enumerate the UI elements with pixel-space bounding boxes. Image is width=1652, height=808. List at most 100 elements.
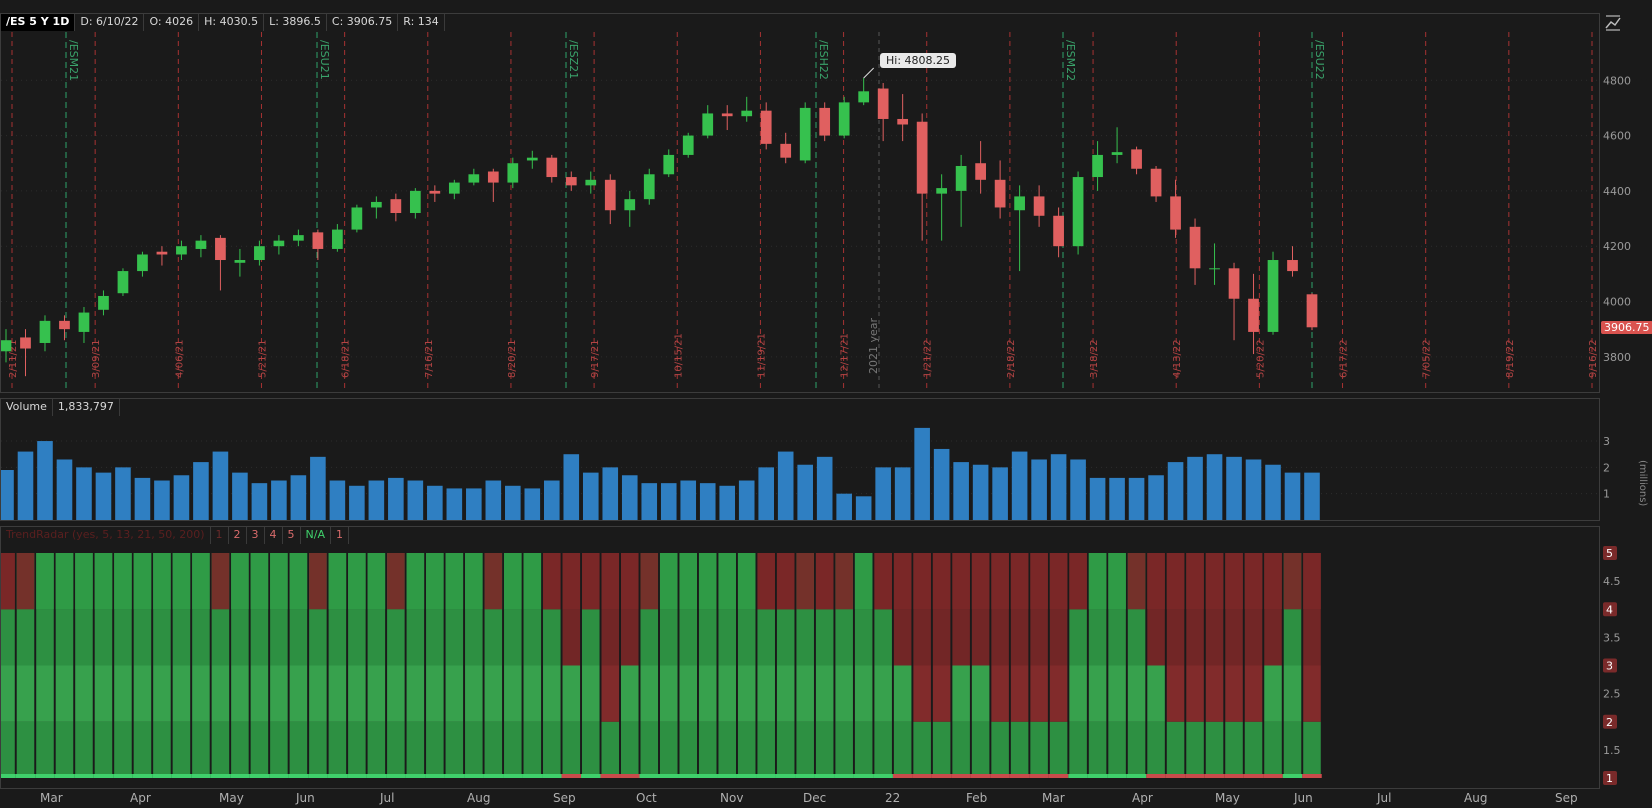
volume-bar	[1148, 475, 1164, 520]
trend-cell	[114, 609, 132, 666]
trend-baseline-mark	[1146, 774, 1166, 778]
trend-cell	[543, 665, 561, 722]
candle-body	[351, 207, 363, 230]
candle-body	[741, 110, 753, 117]
candle-body	[507, 163, 519, 183]
trend-cell	[250, 721, 269, 778]
event-label: 7/05/22	[1422, 339, 1433, 378]
symbol-label[interactable]: /ES 5 Y 1D	[1, 13, 76, 31]
trend-cell	[523, 721, 542, 778]
volume-bar	[953, 462, 969, 520]
x-tick-label: Mar	[40, 791, 63, 805]
trend-cell	[211, 665, 230, 722]
trend-cell	[932, 553, 951, 610]
trend-cell	[1088, 609, 1107, 666]
year-marker-label: 2021 year	[867, 317, 880, 374]
volume-bar	[816, 456, 833, 520]
trend-baseline-mark	[639, 774, 659, 778]
trend-cell	[952, 609, 970, 666]
trend-baseline-mark	[1282, 774, 1303, 778]
chart-style-icon[interactable]	[1604, 14, 1622, 32]
trend-cell	[367, 553, 386, 610]
trend-cell	[1049, 665, 1068, 722]
candle-body	[643, 174, 655, 200]
candle-body	[975, 163, 986, 180]
trend-cell	[1244, 609, 1263, 666]
trend-baseline-mark	[561, 774, 582, 778]
trend-cell	[309, 609, 327, 666]
trend-cell	[737, 665, 756, 722]
volume-bar	[427, 485, 443, 520]
trend-cell	[854, 609, 873, 666]
trend-cell	[991, 721, 1009, 778]
volume-bar	[1031, 459, 1047, 520]
volume-bar	[212, 451, 229, 520]
trend-baseline-mark	[464, 774, 484, 778]
trend-cell	[328, 553, 347, 610]
trend-baseline-mark	[327, 774, 348, 778]
volume-tick-label: 3	[1603, 435, 1610, 448]
trend-cell	[659, 721, 678, 778]
trend-cell	[211, 609, 230, 666]
trend-baseline-mark	[1243, 774, 1264, 778]
candle-body	[195, 240, 207, 249]
volume-bar	[446, 488, 463, 520]
trend-cell	[971, 665, 990, 722]
trend-baseline-mark	[678, 774, 698, 778]
chart-canvas[interactable]: 3800400042004400460048002/11/21 3/09/21 4/…	[0, 0, 1652, 808]
trend-box-3: 3	[247, 526, 265, 544]
trend-cell	[1205, 609, 1224, 666]
volume-bar	[524, 488, 541, 520]
x-tick-label: Sep	[1555, 791, 1578, 805]
trend-cell	[309, 665, 327, 722]
event-label: 2/18/22	[1006, 339, 1017, 378]
candle-body	[936, 188, 948, 194]
trend-baseline-mark	[1048, 774, 1069, 778]
candle-body	[370, 201, 382, 208]
candle-body	[117, 271, 129, 294]
trend-box-4: 4	[265, 526, 283, 544]
event-label: 9/16/22	[1588, 339, 1599, 378]
trend-cell	[94, 665, 113, 722]
trend-cell	[1010, 553, 1029, 610]
event-label: 7/16/21	[424, 339, 435, 378]
trend-cell	[776, 721, 795, 778]
trend-cell	[1108, 553, 1126, 610]
trend-cell	[153, 665, 171, 722]
trend-cell	[1069, 721, 1087, 778]
trend-cell	[913, 609, 931, 666]
trend-baseline-mark	[736, 774, 757, 778]
volume-bar	[777, 451, 794, 520]
trend-cell	[153, 721, 171, 778]
candle-body	[20, 337, 31, 349]
trend-cell	[504, 721, 522, 778]
trend-cell	[133, 609, 152, 666]
trend-cell	[250, 609, 269, 666]
trend-baseline-mark	[1029, 774, 1049, 778]
x-tick-label: 22	[885, 791, 900, 805]
trend-cell	[504, 553, 522, 610]
event-label: 6/17/22	[1339, 339, 1350, 378]
volume-bar	[329, 480, 346, 520]
trend-cell	[289, 665, 308, 722]
open-label: O: 4026	[144, 13, 200, 31]
close-label: C: 3906.75	[327, 13, 399, 31]
volume-bar	[972, 464, 989, 520]
trend-study-label[interactable]: TrendRadar (yes, 5, 13, 21, 50, 200)	[1, 526, 211, 544]
trend-cell	[874, 553, 892, 610]
volume-bar	[992, 467, 1008, 520]
volume-bar	[232, 472, 248, 520]
event-label: 12/17/21	[840, 333, 851, 378]
trend-cell	[406, 609, 425, 666]
trend-baseline-mark	[795, 774, 815, 778]
trend-baseline-mark	[873, 774, 893, 778]
trend-cell	[1225, 721, 1243, 778]
candle-body	[1306, 294, 1318, 328]
trend-baseline-mark	[93, 774, 114, 778]
candle-body	[59, 320, 70, 330]
trend-cell	[1147, 553, 1165, 610]
trend-box-na: N/A	[301, 526, 332, 544]
volume-study-label[interactable]: Volume	[1, 398, 53, 416]
volume-ylabel: (millions)	[1637, 460, 1648, 506]
volume-bar	[641, 483, 658, 520]
